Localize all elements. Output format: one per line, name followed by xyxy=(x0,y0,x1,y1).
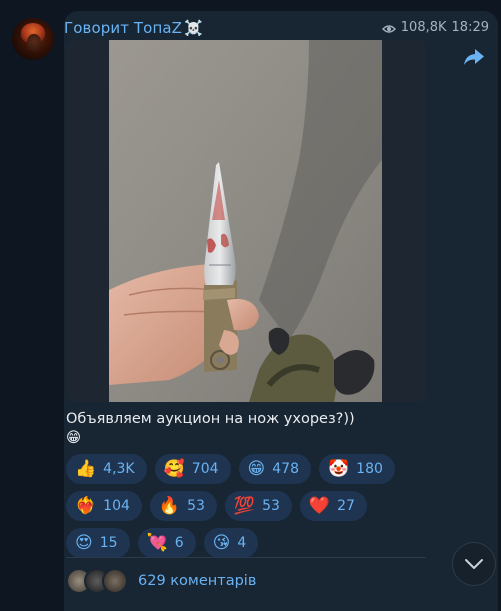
heart-eyes-icon: 😍 xyxy=(75,532,93,553)
reaction-count: 53 xyxy=(187,498,205,514)
post-photo[interactable] xyxy=(66,40,426,402)
reaction-heart-on-fire[interactable]: ❤️‍🔥 104 xyxy=(66,491,142,521)
clown-icon: 🤡 xyxy=(328,458,350,479)
reaction-fire[interactable]: 🔥 53 xyxy=(149,491,217,521)
avatar-face xyxy=(27,34,41,52)
reaction-count: 15 xyxy=(99,535,118,551)
reaction-count: 27 xyxy=(337,498,355,514)
reaction-count: 6 xyxy=(174,535,184,551)
caption-text: Объявляем аукцион на нож ухорез?)) xyxy=(66,411,355,427)
reactions-row: 👍 4,3K 🥰 704 😁 478 🤡 180 xyxy=(66,454,416,484)
heart-icon: ❤️ xyxy=(308,495,331,516)
post-caption: Объявляем аукцион на нож ухорез?)) 😁 xyxy=(66,410,355,448)
share-arrow-icon[interactable] xyxy=(463,47,485,67)
message-meta: 108,8K 18:29 xyxy=(381,20,489,35)
kiss-icon: 😘 xyxy=(212,532,231,553)
reactions-row: 😍 15 💘 6 😘 4 xyxy=(66,528,416,558)
channel-avatar[interactable] xyxy=(12,18,54,60)
reaction-heart[interactable]: ❤️ 27 xyxy=(299,491,367,521)
message-time: 18:29 xyxy=(451,20,489,35)
chevron-down-icon xyxy=(464,555,484,574)
reaction-heart-arrow[interactable]: 💘 6 xyxy=(137,528,196,558)
reaction-count: 478 xyxy=(272,461,299,477)
reaction-hundred[interactable]: 💯 53 xyxy=(224,491,292,521)
channel-badge: ☠️ xyxy=(184,19,203,37)
hundred-icon: 💯 xyxy=(233,495,256,516)
reaction-grin[interactable]: 😁 478 xyxy=(238,454,311,484)
reaction-count: 104 xyxy=(103,498,130,514)
reactions-panel: 👍 4,3K 🥰 704 😁 478 🤡 180 ❤️‍🔥 104 🔥 53 💯 53 ❤️ 2… xyxy=(66,454,416,565)
knife-photo xyxy=(109,40,382,402)
smiling-hearts-icon: 🥰 xyxy=(163,458,185,479)
comments-count: 629 коментарів xyxy=(138,573,257,589)
reaction-thumbs-up[interactable]: 👍 4,3K xyxy=(66,454,147,484)
reaction-smiling-hearts[interactable]: 🥰 704 xyxy=(154,454,231,484)
reactions-row: ❤️‍🔥 104 🔥 53 💯 53 ❤️ 27 xyxy=(66,491,416,521)
grin-icon: 😁 xyxy=(247,458,266,479)
caption-emoji: 😁 xyxy=(66,430,82,446)
heart-arrow-icon: 💘 xyxy=(146,532,168,553)
commenter-avatar xyxy=(102,568,128,594)
reaction-clown[interactable]: 🤡 180 xyxy=(319,454,395,484)
comments-button[interactable]: 629 коментарів xyxy=(66,568,256,594)
reaction-count: 704 xyxy=(191,461,219,477)
thumbs-up-icon: 👍 xyxy=(75,458,97,479)
heart-on-fire-icon: ❤️‍🔥 xyxy=(75,495,97,516)
channel-name[interactable]: Говорит ТопаZ ☠️ xyxy=(64,19,203,37)
divider xyxy=(66,557,426,558)
fire-icon: 🔥 xyxy=(158,495,181,516)
channel-name-text: Говорит ТопаZ xyxy=(64,19,183,37)
eye-icon xyxy=(381,23,396,33)
views-count: 108,8K xyxy=(400,20,447,35)
scroll-down-button[interactable] xyxy=(452,542,496,586)
reaction-count: 180 xyxy=(356,461,383,477)
reaction-count: 4 xyxy=(237,535,247,551)
reaction-heart-eyes[interactable]: 😍 15 xyxy=(66,528,130,558)
reaction-count: 4,3K xyxy=(103,461,135,477)
reaction-kiss[interactable]: 😘 4 xyxy=(203,528,259,558)
reaction-count: 53 xyxy=(262,498,280,514)
